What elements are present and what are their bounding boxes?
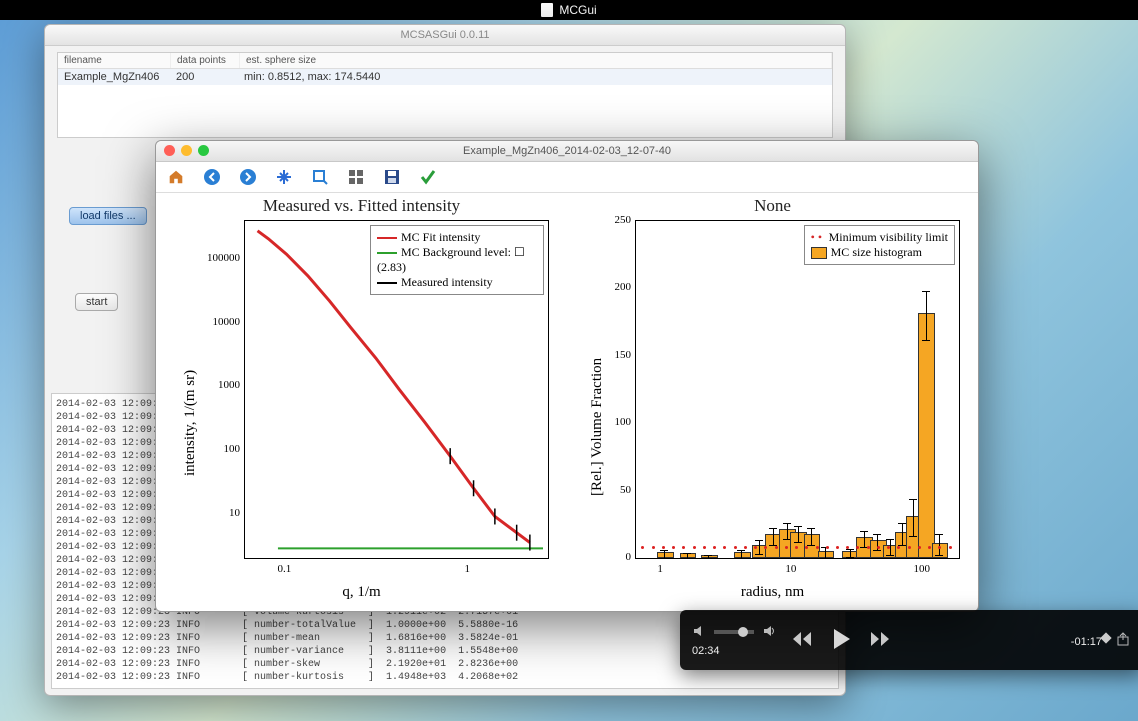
file-table: filename data points est. sphere size Ex…	[57, 52, 833, 138]
fastforward-icon[interactable]	[868, 629, 892, 652]
start-button[interactable]: start	[75, 293, 118, 311]
cell-datapoints: 200	[170, 69, 238, 85]
legend-fit: MC Fit intensity	[401, 230, 480, 244]
ytick: 50	[607, 484, 631, 496]
share-icon[interactable]	[1116, 631, 1132, 650]
col-datapoints[interactable]: data points	[171, 53, 240, 68]
file-table-header: filename data points est. sphere size	[58, 53, 832, 69]
close-icon[interactable]	[164, 145, 175, 156]
intensity-plot-title: Measured vs. Fitted intensity	[166, 196, 557, 218]
histogram-axes[interactable]: • •Minimum visibility limit MC size hist…	[635, 220, 960, 559]
volume-slider[interactable]	[714, 630, 754, 634]
histogram-xlabel: radius, nm	[577, 584, 968, 601]
cell-filename: Example_MgZn406	[58, 69, 170, 85]
ytick: 200	[607, 281, 631, 293]
histogram-plot-title: None	[577, 196, 968, 218]
col-filename[interactable]: filename	[58, 53, 171, 68]
ytick: 10000	[190, 316, 240, 328]
load-files-button[interactable]: load files ...	[69, 207, 147, 225]
video-controls: 02:34 -01:17	[680, 610, 1138, 670]
intensity-plot: Measured vs. Fitted intensity intensity,…	[166, 196, 557, 601]
xtick: 1	[657, 563, 663, 575]
macos-menubar: MCGui	[0, 0, 1138, 20]
table-row[interactable]: Example_MgZn406 200 min: 0.8512, max: 17…	[58, 69, 832, 85]
plot-window: Example_MgZn406_2014-02-03_12-07-40 Meas…	[155, 140, 979, 612]
ytick: 250	[607, 214, 631, 226]
legend-histogram: MC size histogram	[831, 245, 922, 259]
pan-icon[interactable]	[274, 167, 294, 187]
back-icon[interactable]	[202, 167, 222, 187]
ytick: 1000	[190, 379, 240, 391]
menubar-title: MCGui	[559, 3, 596, 17]
histogram-ylabel: [Rel.] Volume Fraction	[589, 358, 606, 496]
ytick: 0	[607, 551, 631, 563]
xtick: 0.1	[277, 563, 291, 575]
subplots-icon[interactable]	[346, 167, 366, 187]
minimize-icon[interactable]	[181, 145, 192, 156]
ytick: 150	[607, 349, 631, 361]
ytick: 100000	[190, 252, 240, 264]
video-elapsed: 02:34	[692, 645, 776, 657]
plot-window-title: Example_MgZn406_2014-02-03_12-07-40	[463, 145, 671, 157]
document-icon	[541, 3, 553, 17]
video-remaining: -01:17	[1071, 636, 1102, 648]
intensity-legend: MC Fit intensity MC Background level: ☐ …	[370, 225, 544, 295]
mpl-toolbar	[156, 162, 978, 193]
intensity-xlabel: q, 1/m	[166, 584, 557, 601]
histogram-legend: • •Minimum visibility limit MC size hist…	[804, 225, 955, 265]
col-spheresize[interactable]: est. sphere size	[240, 53, 832, 68]
intensity-axes[interactable]: MC Fit intensity MC Background level: ☐ …	[244, 220, 549, 559]
check-icon[interactable]	[418, 167, 438, 187]
xtick: 100	[913, 563, 930, 575]
legend-measured: Measured intensity	[401, 275, 493, 289]
xtick: 10	[785, 563, 796, 575]
window-controls	[164, 145, 209, 156]
volume-icon[interactable]	[762, 624, 776, 641]
xtick: 1	[465, 563, 471, 575]
legend-bg: MC Background level: ☐ (2.83)	[377, 245, 525, 274]
mcsas-window-title[interactable]: MCSASGui 0.0.11	[45, 25, 845, 46]
ytick: 10	[190, 507, 240, 519]
rewind-icon[interactable]	[790, 629, 814, 652]
ytick: 100	[607, 416, 631, 428]
mute-icon[interactable]	[692, 624, 706, 641]
play-icon[interactable]	[828, 626, 854, 655]
forward-icon[interactable]	[238, 167, 258, 187]
scrubber-handle[interactable]	[1100, 632, 1111, 643]
plot-window-titlebar[interactable]: Example_MgZn406_2014-02-03_12-07-40	[156, 141, 978, 162]
home-icon[interactable]	[166, 167, 186, 187]
zoom-icon[interactable]	[198, 145, 209, 156]
ytick: 100	[190, 443, 240, 455]
save-icon[interactable]	[382, 167, 402, 187]
histogram-bar	[918, 313, 935, 558]
cell-spheresize: min: 0.8512, max: 174.5440	[238, 69, 832, 85]
histogram-plot: None [Rel.] Volume Fraction radius, nm •…	[577, 196, 968, 601]
zoom-rect-icon[interactable]	[310, 167, 330, 187]
legend-visibility: Minimum visibility limit	[829, 230, 948, 244]
